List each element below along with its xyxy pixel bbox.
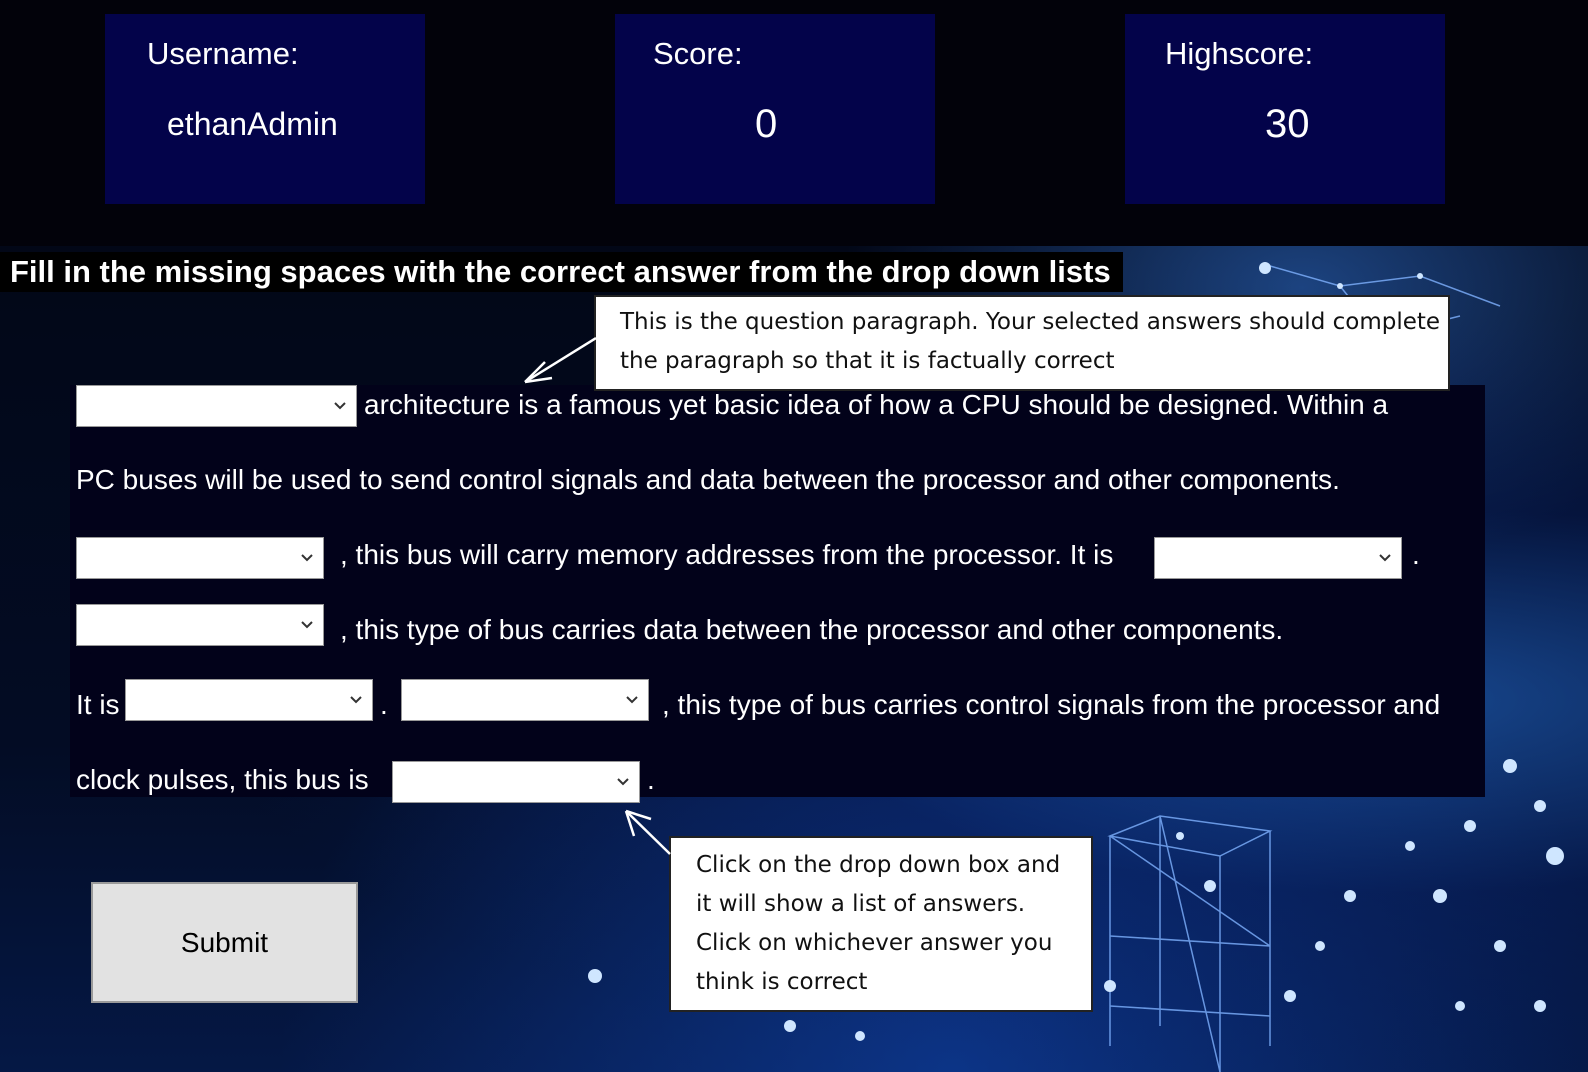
dropdown-control-direction[interactable] xyxy=(392,761,640,803)
score-value: 0 xyxy=(755,102,778,146)
highscore-value: 30 xyxy=(1265,102,1310,146)
paragraph-line-3: , this bus will carry memory addresses f… xyxy=(340,539,1114,570)
chevron-down-icon xyxy=(334,402,346,410)
dropdown-data-bus[interactable] xyxy=(76,604,324,646)
chevron-down-icon xyxy=(1379,554,1391,562)
paragraph-line-4: , this type of bus carries data between … xyxy=(340,614,1284,645)
paragraph-line-6-end: . xyxy=(647,764,655,795)
dropdown-architecture[interactable] xyxy=(76,385,357,427)
username-value: ethanAdmin xyxy=(167,106,338,142)
score-label: Score: xyxy=(653,36,743,71)
paragraph-line-2: PC buses will be used to send control si… xyxy=(76,464,1340,495)
submit-button[interactable]: Submit xyxy=(91,882,358,1003)
paragraph-line-6: clock pulses, this bus is xyxy=(76,764,369,795)
paragraph-line-5-start: It is xyxy=(76,689,120,720)
chevron-down-icon xyxy=(626,696,638,704)
dropdown-address-direction[interactable] xyxy=(1154,537,1402,579)
callout-line: the paragraph so that it is factually co… xyxy=(620,348,1115,374)
highscore-label: Highscore: xyxy=(1165,36,1314,71)
dropdown-data-direction[interactable] xyxy=(125,679,373,721)
paragraph-help-callout: This is the question paragraph. Your sel… xyxy=(594,295,1450,391)
header-bar: Username: ethanAdmin Score: 0 Highscore:… xyxy=(0,0,1588,250)
dropdown-address-bus[interactable] xyxy=(76,537,324,579)
paragraph-line-1: architecture is a famous yet basic idea … xyxy=(364,389,1389,420)
callout-line: This is the question paragraph. Your sel… xyxy=(620,309,1441,335)
paragraph-line-5: , this type of bus carries control signa… xyxy=(662,689,1441,720)
dropdown-help-callout: Click on the drop down box and it will s… xyxy=(669,836,1093,1012)
chevron-down-icon xyxy=(350,696,362,704)
score-box: Score: 0 xyxy=(615,14,935,204)
callout-line: Click on the drop down box and xyxy=(696,852,1061,878)
chevron-down-icon xyxy=(301,554,313,562)
callout-line: it will show a list of answers. xyxy=(696,891,1026,917)
dropdown-control-bus[interactable] xyxy=(401,679,649,721)
question-panel xyxy=(70,385,1485,797)
highscore-box: Highscore: 30 xyxy=(1125,14,1445,204)
username-box: Username: ethanAdmin xyxy=(105,14,425,204)
callout-line: think is correct xyxy=(696,969,868,995)
paragraph-line-5-dot: . xyxy=(380,689,388,720)
chevron-down-icon xyxy=(301,621,313,629)
callout-line: Click on whichever answer you xyxy=(696,930,1053,956)
instruction-heading: Fill in the missing spaces with the corr… xyxy=(0,252,1123,292)
username-label: Username: xyxy=(147,36,299,71)
paragraph-line-3-end: . xyxy=(1412,539,1420,570)
chevron-down-icon xyxy=(617,778,629,786)
